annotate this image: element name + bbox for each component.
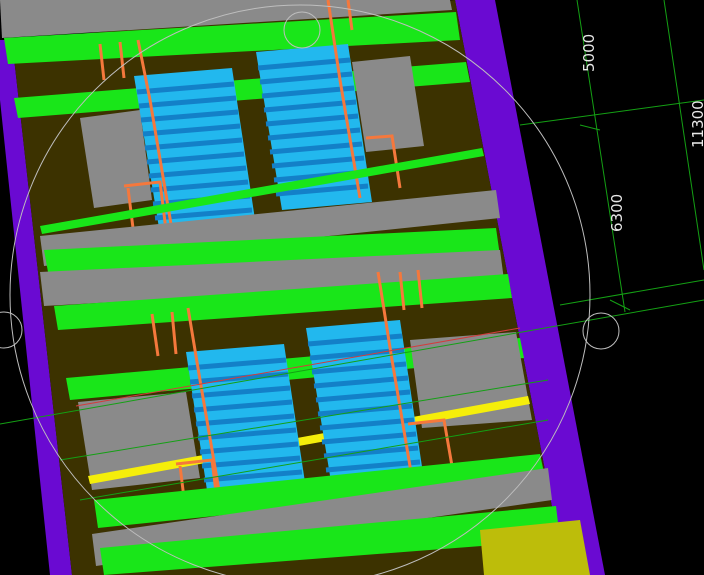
dimension-lower: 6300 [608, 194, 626, 232]
dimension-upper: 5000 [580, 34, 598, 72]
cad-viewport[interactable]: 5000 6300 11300 [0, 0, 704, 575]
dimension-total: 11300 [689, 100, 704, 148]
stair-plan-drawing: 5000 6300 11300 [0, 0, 704, 575]
